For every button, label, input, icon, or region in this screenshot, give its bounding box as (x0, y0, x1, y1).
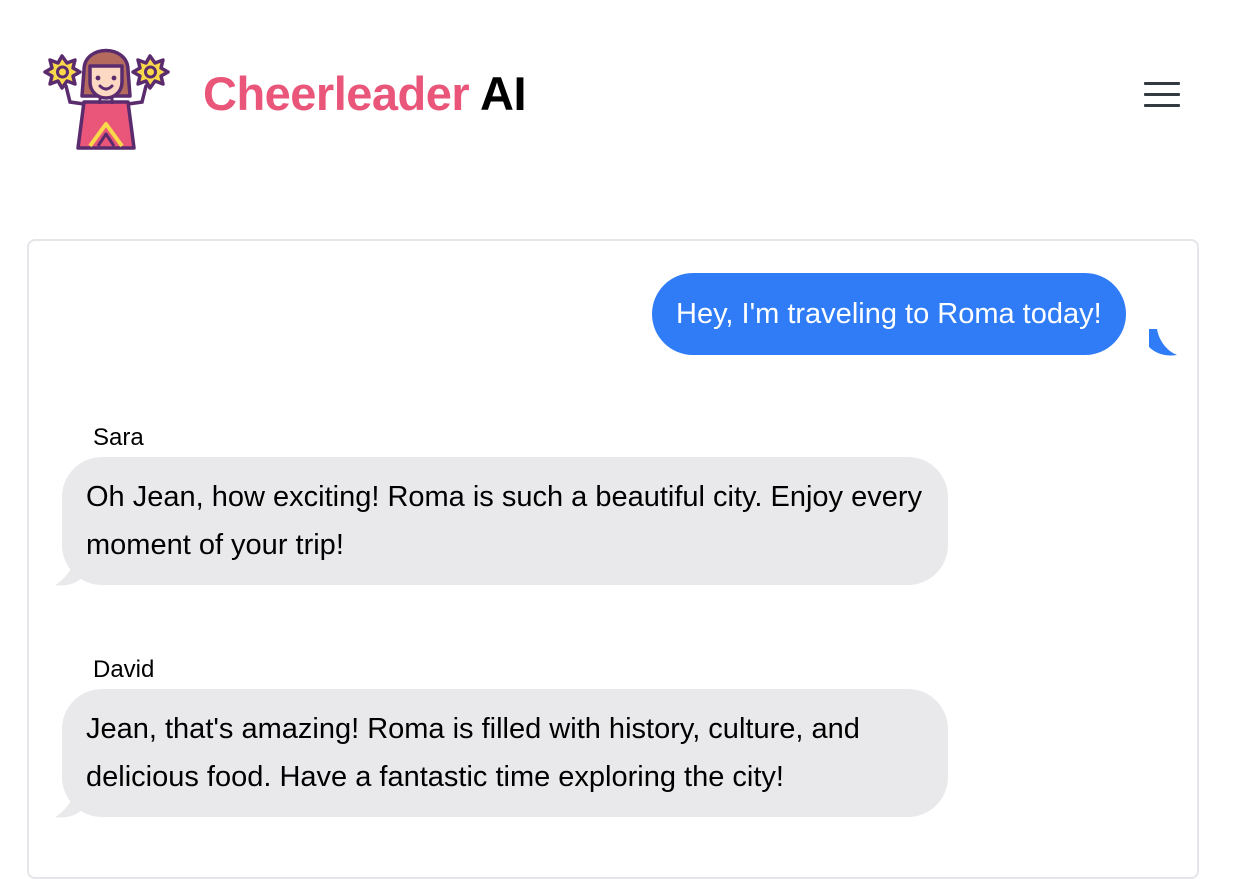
app-title-rest: AI (469, 67, 527, 120)
incoming-bubble-tail (55, 789, 83, 818)
outgoing-message-bubble: Hey, I'm traveling to Roma today! (652, 273, 1126, 355)
incoming-message-text: Jean, that's amazing! Roma is filled wit… (86, 713, 860, 793)
app-title[interactable]: Cheerleader AI (203, 62, 527, 126)
incoming-message-text: Oh Jean, how exciting! Roma is such a be… (86, 481, 923, 561)
right-pompom (131, 54, 170, 90)
incoming-message-bubble: Jean, that's amazing! Roma is filled wit… (62, 689, 948, 817)
left-pompom (43, 54, 82, 90)
cheerleader-icon[interactable] (40, 30, 172, 156)
chat-panel: Hey, I'm traveling to Roma today! Sara O… (27, 239, 1199, 879)
sender-name: Sara (93, 424, 144, 451)
menu-line-bottom (1144, 104, 1180, 107)
sender-name: David (93, 656, 155, 683)
header: Cheerleader AI (0, 0, 1234, 190)
menu-line-top (1144, 82, 1180, 85)
menu-line-middle (1144, 93, 1180, 96)
incoming-message-bubble: Oh Jean, how exciting! Roma is such a be… (62, 457, 948, 585)
outgoing-message-text: Hey, I'm traveling to Roma today! (676, 298, 1102, 330)
incoming-bubble-tail (55, 557, 83, 586)
outgoing-bubble-tail (1149, 329, 1177, 356)
hamburger-menu-icon[interactable] (1140, 78, 1184, 112)
logo-graphic (43, 48, 170, 150)
app-title-accent: Cheerleader (203, 67, 470, 120)
